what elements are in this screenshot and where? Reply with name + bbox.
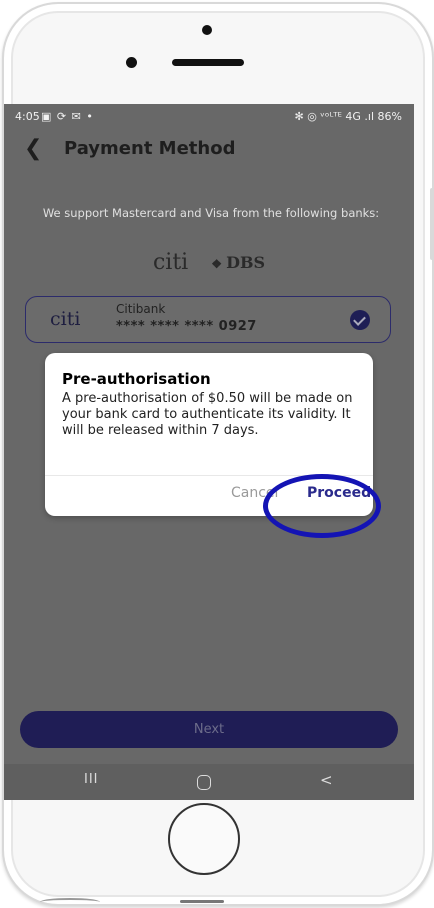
chevron-left-icon[interactable]: ❮ bbox=[24, 136, 42, 161]
back-nav-icon[interactable]: < bbox=[320, 771, 333, 789]
bank-logos: citi ❖ DBS bbox=[4, 250, 414, 276]
dbs-mark-icon: ❖ bbox=[211, 256, 223, 271]
header: ❮ Payment Method bbox=[4, 130, 414, 166]
side-button bbox=[430, 188, 434, 260]
bottom-ridge bbox=[40, 898, 100, 906]
dbs-logo: ❖ DBS bbox=[211, 253, 265, 272]
earpiece-speaker bbox=[172, 59, 244, 66]
dialog-body: A pre-authorisation of $0.50 will be mad… bbox=[62, 391, 353, 438]
home-button[interactable] bbox=[168, 803, 240, 875]
navigation-bar: III < bbox=[4, 764, 414, 800]
status-bar: 4:05 ▣ ⟳ ✉ • ✻ ◎ ᵛᵒᴸᵀᴱ 4G .ıl 86% bbox=[4, 104, 414, 128]
dbs-label: DBS bbox=[226, 253, 266, 272]
recent-apps-icon[interactable]: III bbox=[84, 772, 99, 787]
support-text: We support Mastercard and Visa from the … bbox=[42, 206, 380, 220]
pre-authorisation-dialog: Pre-authorisation A pre-authorisation of… bbox=[45, 353, 373, 516]
page-title: Payment Method bbox=[64, 138, 236, 159]
selected-card[interactable]: citi Citibank **** **** **** 0927 bbox=[25, 296, 391, 343]
card-bank-name: Citibank bbox=[116, 302, 166, 316]
card-last-four: 0927 bbox=[218, 319, 257, 334]
status-time: 4:05 bbox=[15, 110, 40, 123]
app-screen: 4:05 ▣ ⟳ ✉ • ✻ ◎ ᵛᵒᴸᵀᴱ 4G .ıl 86% ❮ Paym… bbox=[4, 104, 414, 800]
next-button[interactable]: Next bbox=[20, 711, 398, 748]
check-circle-icon bbox=[350, 310, 370, 330]
signal-icons: ✻ ◎ ᵛᵒᴸᵀᴱ 4G .ıl bbox=[294, 110, 375, 123]
citi-logo: citi bbox=[152, 250, 189, 275]
dialog-divider bbox=[45, 475, 373, 476]
proceed-button[interactable]: Proceed bbox=[307, 485, 371, 501]
card-bank-logo: citi bbox=[50, 308, 81, 330]
cancel-button[interactable]: Cancel bbox=[231, 485, 278, 501]
home-nav-icon[interactable] bbox=[197, 775, 211, 790]
card-number: **** **** **** 0927 bbox=[116, 319, 257, 334]
front-camera bbox=[202, 25, 212, 35]
dialog-title: Pre-authorisation bbox=[62, 370, 211, 388]
status-right: ✻ ◎ ᵛᵒᴸᵀᴱ 4G .ıl 86% bbox=[295, 110, 403, 123]
card-masked-digits: **** **** **** bbox=[116, 319, 214, 334]
proximity-sensor bbox=[126, 57, 137, 68]
battery-percentage: 86% bbox=[377, 110, 402, 123]
bottom-port bbox=[180, 900, 224, 903]
notification-icons: ▣ ⟳ ✉ • bbox=[41, 110, 94, 123]
